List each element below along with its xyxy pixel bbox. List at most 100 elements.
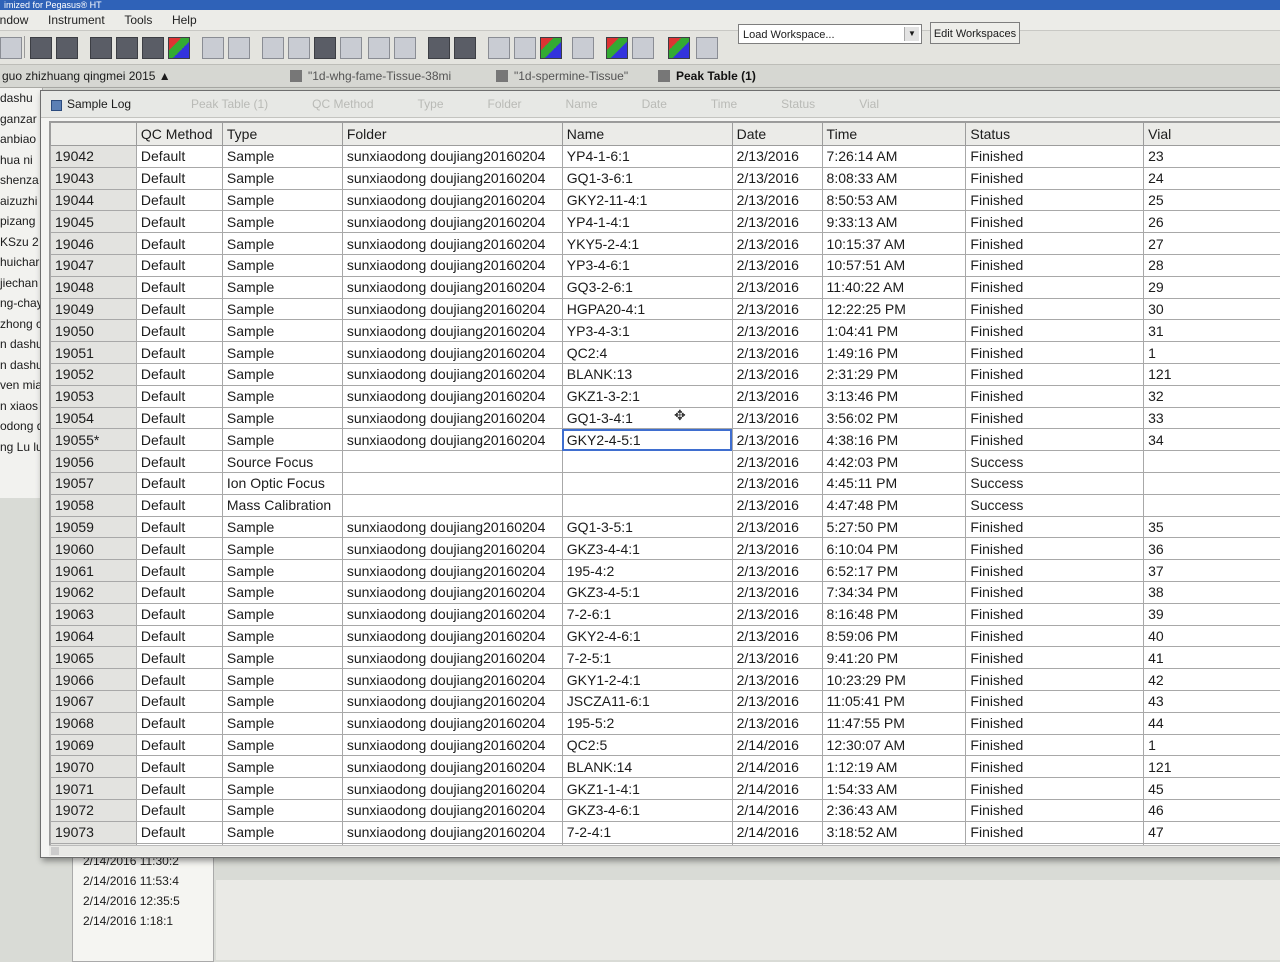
cell-time[interactable]: 11:47:55 PM xyxy=(822,712,966,734)
cell-time[interactable]: 7:26:14 AM xyxy=(822,146,966,168)
tools-icon[interactable] xyxy=(488,37,510,59)
cell-date[interactable]: 2/13/2016 xyxy=(732,581,822,603)
cell-status[interactable]: Finished xyxy=(966,298,1144,320)
cell-name[interactable]: GQ3-2-6:1 xyxy=(562,276,732,298)
cell-vial[interactable] xyxy=(1144,472,1280,494)
table-row[interactable]: 19055*DefaultSamplesunxiaodong doujiang2… xyxy=(51,429,1280,451)
cell-status[interactable]: Finished xyxy=(966,778,1144,800)
cell-type[interactable]: Sample xyxy=(222,560,342,582)
cell-id[interactable]: 19048 xyxy=(51,276,137,298)
cell-id[interactable]: 19047 xyxy=(51,254,137,276)
cell-id[interactable]: 19051 xyxy=(51,342,137,364)
cell-type[interactable]: Sample xyxy=(222,821,342,843)
cell-id[interactable]: 19055* xyxy=(51,429,137,451)
cell-time[interactable]: 3:18:52 AM xyxy=(822,821,966,843)
cell-status[interactable]: Finished xyxy=(966,146,1144,168)
cell-date[interactable]: 2/13/2016 xyxy=(732,472,822,494)
cell-type[interactable]: Sample xyxy=(222,712,342,734)
cell-date[interactable]: 2/13/2016 xyxy=(732,211,822,233)
cell-type[interactable]: Sample xyxy=(222,690,342,712)
cell-type[interactable]: Sample xyxy=(222,189,342,211)
cell-time[interactable]: 8:16:48 PM xyxy=(822,603,966,625)
cell-folder[interactable] xyxy=(342,451,562,473)
tree-item[interactable]: hua ni xyxy=(0,150,42,171)
cell-name[interactable]: GKZ3-4-5:1 xyxy=(562,581,732,603)
cell-status[interactable]: Finished xyxy=(966,821,1144,843)
cell-type[interactable]: Sample xyxy=(222,799,342,821)
cell-vial[interactable]: 35 xyxy=(1144,516,1280,538)
cell-time[interactable]: 2:36:43 AM xyxy=(822,799,966,821)
cell-type[interactable]: Sample xyxy=(222,167,342,189)
cell-folder[interactable]: sunxiaodong doujiang20160204 xyxy=(342,625,562,647)
table-row[interactable]: 19047DefaultSamplesunxiaodong doujiang20… xyxy=(51,254,1280,276)
cell-vial[interactable]: 121 xyxy=(1144,756,1280,778)
cell-time[interactable]: 1:49:16 PM xyxy=(822,342,966,364)
table-row[interactable]: 19054DefaultSamplesunxiaodong doujiang20… xyxy=(51,407,1280,429)
cell-id[interactable]: 19071 xyxy=(51,778,137,800)
cell-name[interactable] xyxy=(562,451,732,473)
cell-type[interactable]: Source Focus xyxy=(222,451,342,473)
cell-date[interactable]: 2/13/2016 xyxy=(732,233,822,255)
cell-status[interactable]: Success xyxy=(966,472,1144,494)
balance-icon[interactable] xyxy=(696,37,718,59)
cell-id[interactable]: 19060 xyxy=(51,538,137,560)
cell-qc-method[interactable]: Default xyxy=(136,712,222,734)
cell-id[interactable]: 19056 xyxy=(51,451,137,473)
cell-date[interactable]: 2/13/2016 xyxy=(732,560,822,582)
cell-folder[interactable] xyxy=(342,472,562,494)
table-row[interactable]: 19060DefaultSamplesunxiaodong doujiang20… xyxy=(51,538,1280,560)
cell-status[interactable]: Finished xyxy=(966,560,1144,582)
cell-date[interactable]: 2/14/2016 xyxy=(732,734,822,756)
cell-time[interactable]: 7:34:34 PM xyxy=(822,581,966,603)
cell-time[interactable]: 8:08:33 AM xyxy=(822,167,966,189)
cell-id[interactable]: 19046 xyxy=(51,233,137,255)
cell-name[interactable] xyxy=(562,472,732,494)
view-icon[interactable] xyxy=(0,37,22,59)
cell-status[interactable]: Finished xyxy=(966,429,1144,451)
tree-item[interactable]: ganzar xyxy=(0,109,42,130)
cell-status[interactable]: Finished xyxy=(966,669,1144,691)
cell-name[interactable]: YKY5-2-4:1 xyxy=(562,233,732,255)
cell-type[interactable]: Sample xyxy=(222,734,342,756)
project-selector[interactable]: guo zhizhuang qingmei 2015 ▲ xyxy=(0,65,188,87)
cell-id[interactable]: 19070 xyxy=(51,756,137,778)
cell-qc-method[interactable]: Default xyxy=(136,429,222,451)
cell-vial[interactable]: 29 xyxy=(1144,276,1280,298)
timestamp-item[interactable]: 2/14/2016 11:53:4 xyxy=(73,871,213,891)
table-row[interactable]: 19059DefaultSamplesunxiaodong doujiang20… xyxy=(51,516,1280,538)
level-icon[interactable] xyxy=(202,37,224,59)
cell-time[interactable]: 12:30:07 AM xyxy=(822,734,966,756)
cell-status[interactable]: Finished xyxy=(966,189,1144,211)
cell-id[interactable]: 19054 xyxy=(51,407,137,429)
tree-item[interactable]: odong d xyxy=(0,416,42,437)
table-row[interactable]: 19056DefaultSource Focus2/13/20164:42:03… xyxy=(51,451,1280,473)
cell-type[interactable]: Sample xyxy=(222,603,342,625)
cell-date[interactable]: 2/14/2016 xyxy=(732,756,822,778)
cell-id[interactable]: 19068 xyxy=(51,712,137,734)
cell-vial[interactable] xyxy=(1144,451,1280,473)
cell-time[interactable]: 4:47:48 PM xyxy=(822,494,966,516)
table-row[interactable]: 19071DefaultSamplesunxiaodong doujiang20… xyxy=(51,778,1280,800)
cell-type[interactable]: Sample xyxy=(222,276,342,298)
cell-id[interactable]: 19062 xyxy=(51,581,137,603)
cell-folder[interactable]: sunxiaodong doujiang20160204 xyxy=(342,189,562,211)
table-row[interactable]: 19051DefaultSamplesunxiaodong doujiang20… xyxy=(51,342,1280,364)
cell-name[interactable]: 7-2-5:1 xyxy=(562,647,732,669)
method-icon[interactable] xyxy=(116,37,138,59)
cell-folder[interactable]: sunxiaodong doujiang20160204 xyxy=(342,712,562,734)
cell-name[interactable]: GQ1-3-4:1 xyxy=(562,407,732,429)
cell-type[interactable]: Sample xyxy=(222,647,342,669)
cell-type[interactable]: Sample xyxy=(222,778,342,800)
cell-qc-method[interactable]: Default xyxy=(136,211,222,233)
cell-folder[interactable]: sunxiaodong doujiang20160204 xyxy=(342,581,562,603)
tree-item[interactable]: aizuzhi xyxy=(0,191,42,212)
cell-status[interactable]: Finished xyxy=(966,581,1144,603)
cell-date[interactable]: 2/14/2016 xyxy=(732,821,822,843)
cell-name[interactable]: YP3-4-6:1 xyxy=(562,254,732,276)
cell-id[interactable]: 19066 xyxy=(51,669,137,691)
cell-status[interactable]: Finished xyxy=(966,407,1144,429)
cell-id[interactable]: 19058 xyxy=(51,494,137,516)
cell-time[interactable]: 4:38:16 PM xyxy=(822,429,966,451)
table-row[interactable]: 19048DefaultSamplesunxiaodong doujiang20… xyxy=(51,276,1280,298)
tree-item[interactable]: n dashu xyxy=(0,334,42,355)
